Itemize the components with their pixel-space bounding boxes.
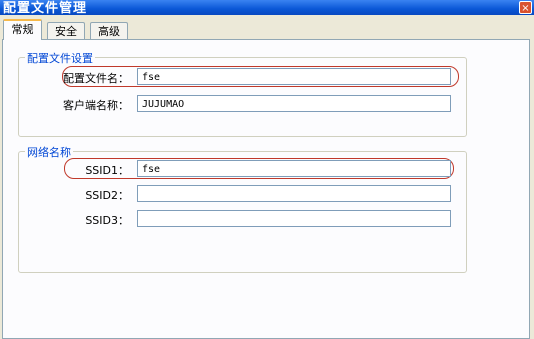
client-name-field[interactable]: JUJUMAO bbox=[137, 95, 451, 112]
close-button[interactable]: × bbox=[519, 1, 532, 14]
profile-settings-group: 配置文件设置 配置文件名： fse 客户端名称： JUJUMAO bbox=[18, 50, 467, 137]
tab-panel-general: 配置文件设置 配置文件名： fse 客户端名称： JUJUMAO 网络名称 SS… bbox=[2, 39, 530, 339]
title-bar: 配置文件管理 × bbox=[0, 0, 534, 16]
profile-name-field[interactable]: fse bbox=[137, 68, 451, 85]
tab-general[interactable]: 常规 bbox=[3, 19, 42, 40]
ssid3-field[interactable] bbox=[137, 210, 451, 227]
ssid2-label: SSID2： bbox=[85, 189, 129, 202]
tab-advanced[interactable]: 高级 bbox=[90, 22, 128, 39]
ssid1-label: SSID1： bbox=[85, 164, 129, 177]
tab-security[interactable]: 安全 bbox=[47, 22, 85, 39]
client-name-label: 客户端名称： bbox=[63, 99, 129, 112]
ssid3-label: SSID3： bbox=[85, 214, 129, 227]
ssid2-field[interactable] bbox=[137, 185, 451, 202]
ssid1-field[interactable]: fse bbox=[137, 160, 451, 177]
profile-settings-legend: 配置文件设置 bbox=[25, 50, 95, 66]
network-name-group: 网络名称 SSID1： fse SSID2： SSID3： bbox=[18, 144, 467, 273]
network-name-legend: 网络名称 bbox=[25, 144, 73, 160]
window-title: 配置文件管理 bbox=[3, 1, 88, 16]
profile-name-label: 配置文件名： bbox=[63, 72, 129, 85]
